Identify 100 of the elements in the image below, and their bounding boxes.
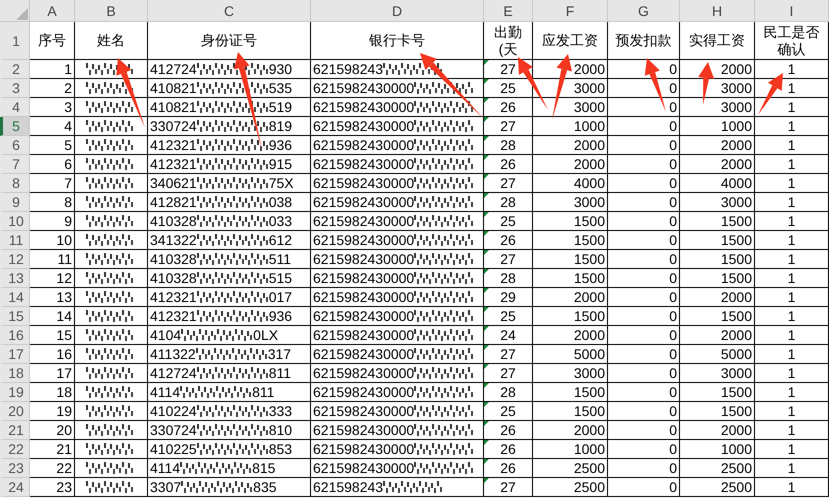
row-header[interactable]: 17 bbox=[0, 345, 30, 364]
card-prefix-text: 6215982430000 bbox=[313, 99, 414, 115]
id-suffix-text: 333 bbox=[268, 403, 292, 419]
table-cell: 12 bbox=[30, 269, 75, 288]
id-prefix-text: 411322 bbox=[150, 346, 196, 362]
number-as-text-icon bbox=[484, 402, 489, 407]
table-cell: 3000 bbox=[680, 193, 755, 212]
table-cell: 2000 bbox=[680, 326, 755, 345]
row-header[interactable]: 24 bbox=[0, 478, 30, 497]
table-cell: 0 bbox=[608, 440, 680, 459]
table-cell: 1500 bbox=[533, 250, 608, 269]
row-header[interactable]: 4 bbox=[0, 98, 30, 117]
table-cell: 1 bbox=[755, 383, 829, 402]
redacted-text-drawing bbox=[414, 251, 474, 267]
row-header[interactable]: 11 bbox=[0, 231, 30, 250]
redacted-text-drawing bbox=[414, 441, 474, 457]
table-cell: 0 bbox=[608, 250, 680, 269]
table-cell: 1000 bbox=[533, 117, 608, 136]
redacted-text-drawing bbox=[414, 403, 474, 419]
row-header[interactable]: 16 bbox=[0, 326, 30, 345]
row-header[interactable]: 20 bbox=[0, 402, 30, 421]
row-header[interactable]: 14 bbox=[0, 288, 30, 307]
table-cell: 0 bbox=[608, 478, 680, 497]
number-as-text-icon bbox=[484, 345, 489, 350]
table-cell: 1500 bbox=[533, 307, 608, 326]
row-header[interactable]: 12 bbox=[0, 250, 30, 269]
row-header[interactable]: 18 bbox=[0, 364, 30, 383]
row-header[interactable]: 6 bbox=[0, 136, 30, 155]
table-cell: 27 bbox=[484, 174, 533, 193]
column-header[interactable]: F bbox=[533, 0, 608, 22]
row-header[interactable]: 10 bbox=[0, 212, 30, 231]
id-prefix-text: 410821 bbox=[150, 80, 197, 96]
redacted-text-drawing bbox=[414, 365, 474, 381]
column-header[interactable]: G bbox=[608, 0, 680, 22]
number-as-text-icon bbox=[484, 60, 489, 65]
row-header[interactable]: 3 bbox=[0, 79, 30, 98]
row-header[interactable]: 5 bbox=[0, 117, 30, 136]
annotation-arrow bbox=[420, 53, 483, 118]
table-cell: 3000 bbox=[680, 364, 755, 383]
table-cell: 24 bbox=[484, 326, 533, 345]
number-as-text-icon bbox=[484, 231, 489, 236]
id-prefix-text: 410328 bbox=[150, 251, 197, 267]
table-cell: 1 bbox=[755, 288, 829, 307]
table-cell: 0 bbox=[608, 364, 680, 383]
card-prefix-text: 6215982430000 bbox=[313, 270, 414, 286]
number-as-text-icon bbox=[484, 383, 489, 388]
table-cell: 0 bbox=[608, 117, 680, 136]
id-suffix-text: 0LX bbox=[253, 327, 278, 343]
row-header[interactable]: 7 bbox=[0, 155, 30, 174]
row-header[interactable]: 2 bbox=[0, 60, 30, 79]
number-as-text-icon bbox=[484, 117, 489, 122]
table-cell: 1000 bbox=[680, 117, 755, 136]
table-cell: 3 bbox=[30, 98, 75, 117]
redacted-text-drawing bbox=[86, 460, 136, 476]
row-header[interactable]: 22 bbox=[0, 440, 30, 459]
card-prefix-text: 6215982430000 bbox=[313, 213, 414, 229]
id-prefix-text: 341322 bbox=[150, 232, 197, 248]
column-header[interactable]: H bbox=[680, 0, 755, 22]
number-as-text-icon bbox=[484, 174, 489, 179]
row-header[interactable]: 13 bbox=[0, 269, 30, 288]
redacted-text-drawing bbox=[86, 384, 136, 400]
id-prefix-text: 410821 bbox=[150, 99, 197, 115]
table-cell: 1 bbox=[755, 250, 829, 269]
id-prefix-text: 412321 bbox=[150, 156, 197, 172]
row-header[interactable]: 23 bbox=[0, 459, 30, 478]
row-header[interactable]: 21 bbox=[0, 421, 30, 440]
column-header[interactable]: E bbox=[484, 0, 533, 22]
card-prefix-text: 6215982430000 bbox=[313, 327, 414, 343]
table-cell: 29 bbox=[484, 288, 533, 307]
table-cell: 0 bbox=[608, 421, 680, 440]
row-header[interactable]: 8 bbox=[0, 174, 30, 193]
table-cell: 0 bbox=[608, 345, 680, 364]
column-header[interactable]: B bbox=[75, 0, 148, 22]
column-header[interactable]: D bbox=[311, 0, 484, 22]
redacted-text-drawing bbox=[86, 308, 136, 324]
id-suffix-text: 811 bbox=[252, 384, 274, 400]
table-cell: 25 bbox=[484, 307, 533, 326]
row-header[interactable]: 1 bbox=[0, 22, 30, 60]
card-prefix-text: 6215982430000 bbox=[313, 156, 414, 172]
table-cell: 1 bbox=[755, 174, 829, 193]
table-cell: 1500 bbox=[533, 402, 608, 421]
row-header[interactable]: 19 bbox=[0, 383, 30, 402]
card-prefix-text: 621598243 bbox=[313, 61, 384, 77]
row-header[interactable]: 9 bbox=[0, 193, 30, 212]
header-cell: 民工是否确认 bbox=[755, 22, 829, 60]
row-header[interactable]: 15 bbox=[0, 307, 30, 326]
table-cell: 11 bbox=[30, 250, 75, 269]
table-cell: 26 bbox=[484, 440, 533, 459]
table-cell: 1 bbox=[755, 326, 829, 345]
table-cell: 20 bbox=[30, 421, 75, 440]
table-cell: 2000 bbox=[680, 136, 755, 155]
card-prefix-text: 6215982430000 bbox=[313, 441, 414, 457]
table-cell: 1500 bbox=[680, 269, 755, 288]
redacted-text-drawing bbox=[86, 365, 136, 381]
id-suffix-text: 612 bbox=[268, 232, 292, 248]
column-header[interactable]: A bbox=[30, 0, 75, 22]
table-cell: 4000 bbox=[533, 174, 608, 193]
column-header[interactable]: C bbox=[148, 0, 311, 22]
column-header[interactable]: I bbox=[755, 0, 829, 22]
redacted-text-drawing bbox=[414, 346, 474, 362]
